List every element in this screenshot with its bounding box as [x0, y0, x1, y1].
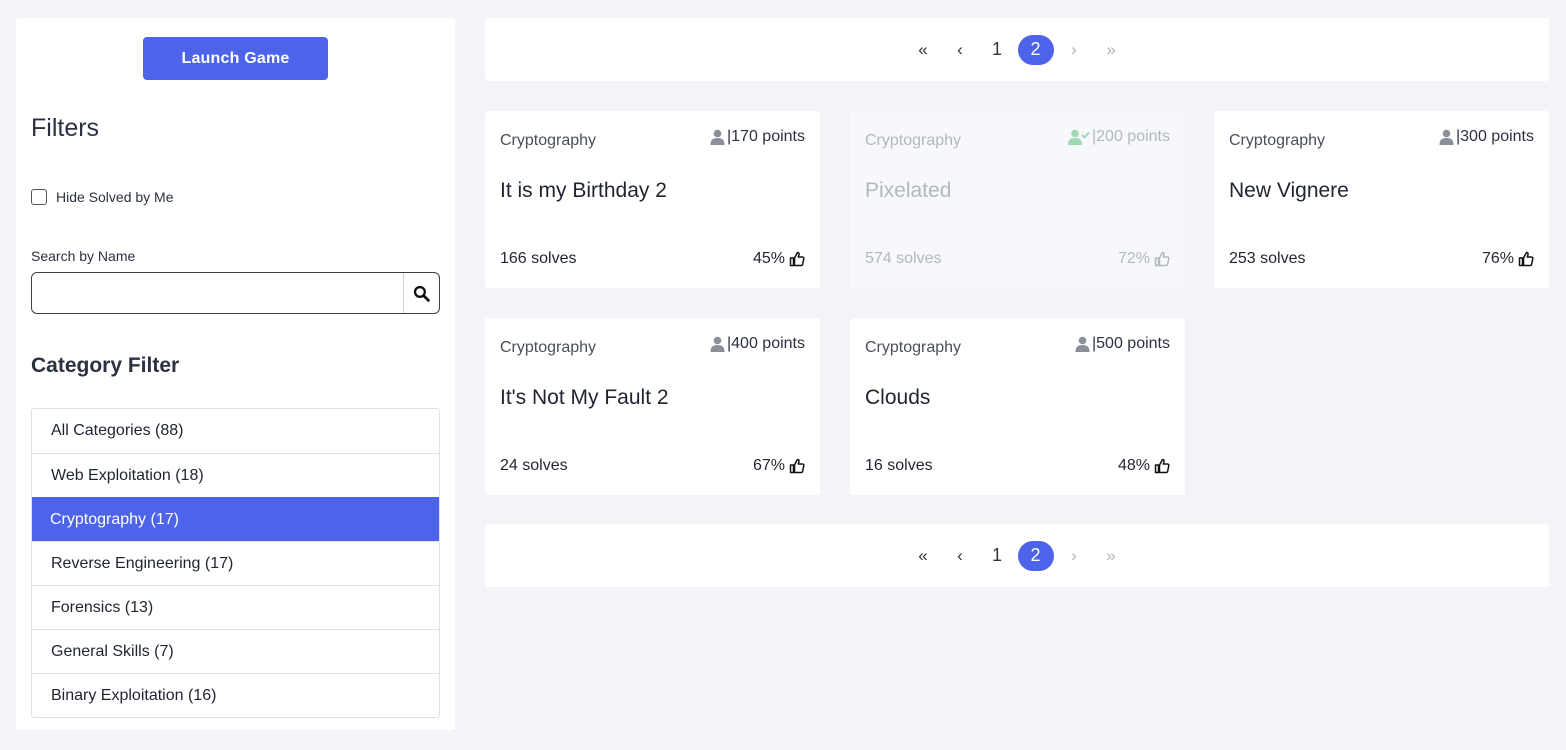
- category-item-all[interactable]: All Categories (88): [32, 409, 439, 453]
- challenge-solves: 16 solves: [865, 457, 933, 474]
- challenge-name: Clouds: [865, 386, 931, 409]
- challenge-category: Cryptography: [865, 132, 962, 149]
- next-page-button[interactable]: ›: [1056, 541, 1093, 571]
- challenge-category: Cryptography: [1229, 132, 1326, 149]
- category-item-binary-exploitation[interactable]: Binary Exploitation (16): [32, 673, 439, 717]
- search-input[interactable]: [32, 273, 403, 313]
- thumbs-up-icon: [1154, 458, 1170, 474]
- page-1-button[interactable]: 1: [979, 541, 1016, 571]
- prev-page-button[interactable]: ‹: [942, 35, 979, 65]
- page-2-button[interactable]: 2: [1017, 540, 1054, 571]
- category-filter-title: Category Filter: [31, 354, 180, 377]
- thumbs-up-icon: [1518, 251, 1534, 267]
- challenge-name: It's Not My Fault 2: [500, 386, 669, 409]
- user-icon: [710, 336, 725, 352]
- challenge-solves: 166 solves: [500, 250, 577, 267]
- last-page-button[interactable]: »: [1093, 35, 1130, 65]
- challenge-category: Cryptography: [500, 339, 597, 356]
- thumbs-up-icon: [789, 458, 805, 474]
- category-item-web-exploitation[interactable]: Web Exploitation (18): [32, 453, 439, 497]
- filter-sidebar: Launch Game Filters Hide Solved by Me Se…: [16, 18, 455, 730]
- challenge-rating: 48%: [1118, 457, 1170, 475]
- challenge-solves: 253 solves: [1229, 250, 1306, 267]
- category-item-cryptography[interactable]: Cryptography (17): [32, 497, 439, 541]
- category-item-forensics[interactable]: Forensics (13): [32, 585, 439, 629]
- challenge-rating: 72%: [1118, 250, 1170, 268]
- challenge-solves: 574 solves: [865, 250, 942, 267]
- last-page-button[interactable]: »: [1093, 541, 1130, 571]
- pagination-bottom: « ‹ 1 2 › »: [485, 524, 1549, 587]
- challenge-category: Cryptography: [865, 339, 962, 356]
- challenge-points: |200 points: [1068, 128, 1170, 146]
- launch-game-button[interactable]: Launch Game: [143, 37, 328, 80]
- challenge-category: Cryptography: [500, 132, 597, 149]
- first-page-button[interactable]: «: [905, 541, 942, 571]
- search-button[interactable]: [403, 273, 439, 313]
- challenge-name: New Vignere: [1229, 179, 1349, 202]
- category-list: All Categories (88) Web Exploitation (18…: [31, 408, 440, 718]
- next-page-button[interactable]: ›: [1056, 35, 1093, 65]
- challenge-rating: 67%: [753, 457, 805, 475]
- hide-solved-label: Hide Solved by Me: [56, 189, 174, 205]
- challenge-card[interactable]: Cryptography |500 points Clouds 16 solve…: [850, 318, 1185, 495]
- challenge-card[interactable]: Cryptography |200 points Pixelated 574 s…: [850, 111, 1185, 288]
- user-icon: [1439, 129, 1454, 145]
- challenge-points: |500 points: [1075, 335, 1170, 353]
- challenge-rating: 45%: [753, 250, 805, 268]
- page-2-button[interactable]: 2: [1017, 34, 1054, 65]
- search-box: [31, 272, 440, 314]
- user-icon: [710, 129, 725, 145]
- challenge-points: |300 points: [1439, 128, 1534, 146]
- challenge-name: Pixelated: [865, 179, 952, 202]
- challenge-card[interactable]: Cryptography |300 points New Vignere 253…: [1214, 111, 1549, 288]
- user-icon: [1075, 336, 1090, 352]
- category-item-general-skills[interactable]: General Skills (7): [32, 629, 439, 673]
- prev-page-button[interactable]: ‹: [942, 541, 979, 571]
- search-icon: [413, 285, 430, 302]
- user-check-icon: [1068, 129, 1090, 145]
- category-item-reverse-engineering[interactable]: Reverse Engineering (17): [32, 541, 439, 585]
- page-1-button[interactable]: 1: [979, 35, 1016, 65]
- filters-title: Filters: [31, 114, 100, 142]
- thumbs-up-icon: [1154, 251, 1170, 267]
- challenge-points: |400 points: [710, 335, 805, 353]
- pagination-top: « ‹ 1 2 › »: [485, 18, 1549, 81]
- challenge-points: |170 points: [710, 128, 805, 146]
- search-label: Search by Name: [31, 248, 136, 264]
- challenge-solves: 24 solves: [500, 457, 568, 474]
- challenge-card[interactable]: Cryptography |170 points It is my Birthd…: [485, 111, 820, 288]
- challenge-rating: 76%: [1482, 250, 1534, 268]
- challenge-name: It is my Birthday 2: [500, 179, 667, 202]
- thumbs-up-icon: [789, 251, 805, 267]
- hide-solved-checkbox[interactable]: [31, 189, 47, 205]
- first-page-button[interactable]: «: [905, 35, 942, 65]
- challenge-card[interactable]: Cryptography |400 points It's Not My Fau…: [485, 318, 820, 495]
- hide-solved-toggle[interactable]: Hide Solved by Me: [31, 189, 174, 205]
